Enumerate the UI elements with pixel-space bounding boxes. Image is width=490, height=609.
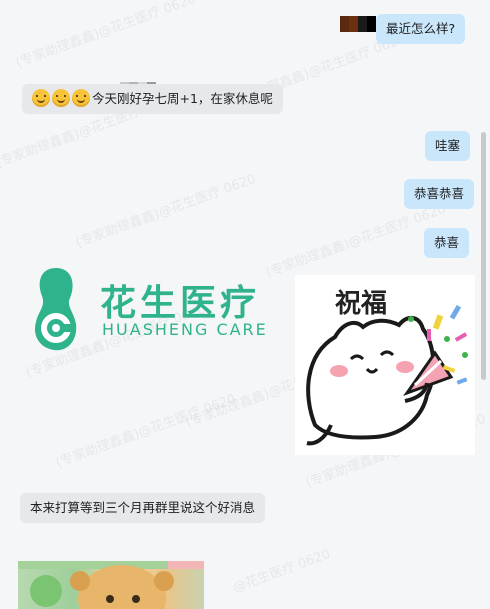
message-bubble-out[interactable]: 恭喜恭喜 xyxy=(404,179,475,209)
message-bubble-out[interactable]: 哇塞 xyxy=(425,131,471,161)
peanut-logo-icon xyxy=(34,268,77,351)
message-bubble-out[interactable]: 最近怎么样? xyxy=(376,14,466,44)
cat-sticker-icon xyxy=(306,304,468,446)
sender-avatar-strip xyxy=(340,16,376,32)
logo-en-text: HUASHENG CARE xyxy=(102,320,268,339)
message-text: 今天刚好孕七周+1，在家休息呢 xyxy=(92,91,273,106)
watermark: (专家助理鑫鑫)@花生医疗 0620 xyxy=(263,201,448,281)
plush-toy-icon xyxy=(18,561,204,609)
scrollbar-thumb[interactable] xyxy=(481,132,486,380)
photo-thumbnail[interactable] xyxy=(18,561,204,609)
watermark: (专家助理鑫鑫)@花生医疗 0620 xyxy=(53,391,238,471)
smile-emoji-icon xyxy=(52,89,70,107)
message-bubble-in[interactable]: 今天刚好孕七周+1，在家休息呢 xyxy=(22,84,283,114)
watermark: (专家助理鑫鑫)@花生医疗 0620 xyxy=(13,0,198,71)
watermark: @花生医疗 0620 xyxy=(231,546,333,596)
watermark: (专家助理鑫鑫)@花生医疗 0620 xyxy=(73,171,258,251)
logo-image[interactable]: 花生医疗 HUASHENG CARE xyxy=(20,262,270,358)
logo-cn-text: 花生医疗 xyxy=(100,283,261,324)
message-bubble-in[interactable]: 本来打算等到三个月再群里说这个好消息 xyxy=(20,493,266,523)
smile-emoji-icon xyxy=(32,89,50,107)
sticker-image[interactable]: 祝福 xyxy=(295,275,475,455)
message-bubble-out[interactable]: 恭喜 xyxy=(424,228,470,258)
smile-emoji-icon xyxy=(72,89,90,107)
